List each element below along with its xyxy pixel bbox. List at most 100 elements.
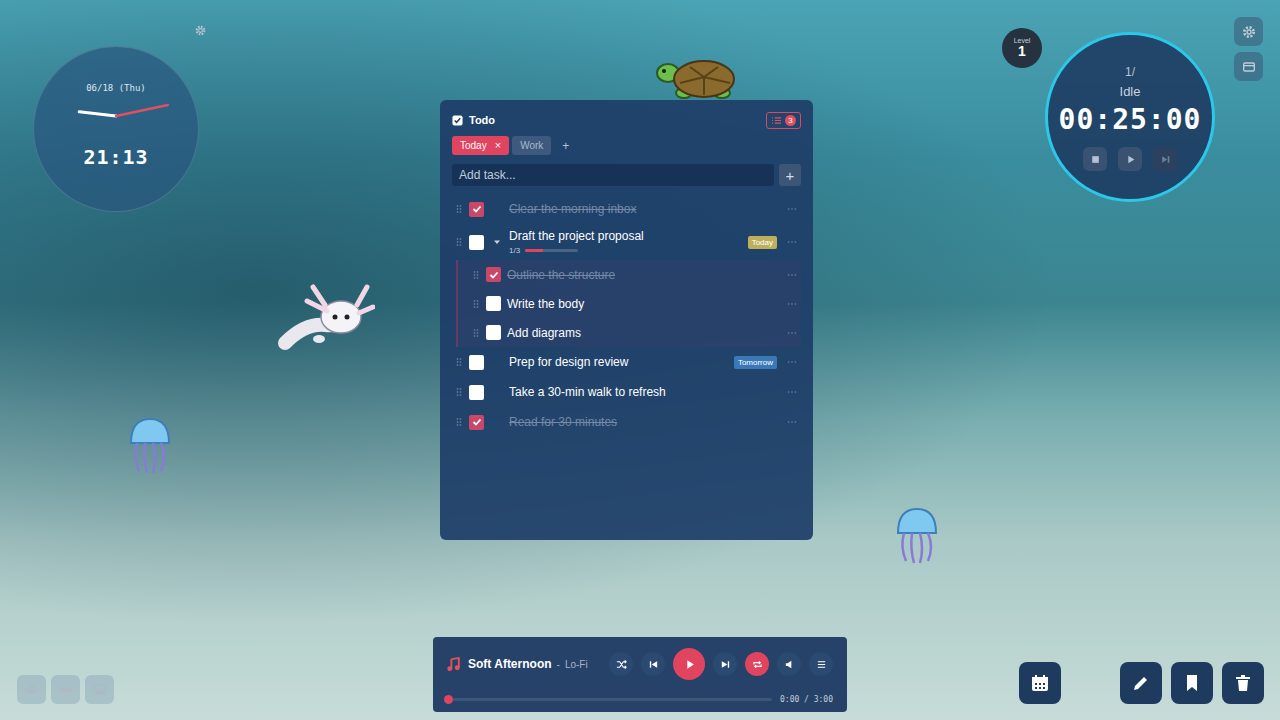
play-icon bbox=[1125, 154, 1136, 165]
drag-handle-icon[interactable] bbox=[473, 328, 479, 338]
subtask-checkbox[interactable] bbox=[486, 296, 501, 311]
add-task-input[interactable] bbox=[452, 164, 774, 186]
play-icon bbox=[683, 658, 696, 671]
subtask-checkbox[interactable] bbox=[486, 325, 501, 340]
tab-close[interactable]: × bbox=[495, 140, 501, 151]
clock-date: 06/18 (Thu) bbox=[86, 83, 146, 93]
next-icon bbox=[720, 659, 731, 670]
background-button[interactable] bbox=[85, 675, 114, 704]
level-value: 1 bbox=[1018, 44, 1026, 59]
more-icon[interactable] bbox=[787, 360, 797, 364]
turtle-icon bbox=[650, 55, 740, 101]
track-genre: Lo-Fi bbox=[565, 659, 588, 670]
task-checkbox[interactable] bbox=[469, 415, 484, 430]
view-tools bbox=[17, 675, 114, 704]
more-icon[interactable] bbox=[787, 302, 797, 306]
shuffle-button[interactable] bbox=[609, 652, 633, 676]
next-button[interactable] bbox=[713, 652, 737, 676]
tab-label: Work bbox=[520, 140, 543, 151]
jellyfish-icon bbox=[892, 505, 942, 565]
more-icon[interactable] bbox=[787, 390, 797, 394]
subtask-row[interactable]: Write the body bbox=[456, 289, 801, 318]
settings-button[interactable] bbox=[1234, 17, 1263, 46]
expand-caret-icon[interactable] bbox=[493, 238, 501, 246]
axolotl-icon bbox=[275, 283, 375, 357]
playlist-button[interactable] bbox=[809, 652, 833, 676]
jellyfish-icon bbox=[125, 415, 175, 475]
gear-icon[interactable] bbox=[194, 24, 207, 37]
music-note-icon bbox=[446, 657, 461, 672]
repeat-button[interactable] bbox=[745, 652, 769, 676]
subtask-checkbox[interactable] bbox=[486, 267, 501, 282]
task-text: Draft the project proposal bbox=[509, 229, 748, 243]
drag-handle-icon[interactable] bbox=[456, 357, 462, 367]
play-button[interactable] bbox=[673, 648, 705, 680]
trash-icon bbox=[1233, 673, 1253, 693]
more-icon[interactable] bbox=[787, 240, 797, 244]
drag-handle-icon[interactable] bbox=[456, 204, 462, 214]
drag-handle-icon[interactable] bbox=[456, 417, 462, 427]
add-tab-button[interactable]: + bbox=[554, 139, 577, 153]
delete-button[interactable] bbox=[1222, 662, 1264, 704]
task-text: Clear the morning inbox bbox=[509, 202, 783, 216]
more-icon[interactable] bbox=[787, 420, 797, 424]
eye-icon bbox=[24, 682, 39, 697]
drag-handle-icon[interactable] bbox=[473, 299, 479, 309]
volume-button[interactable] bbox=[777, 652, 801, 676]
subtask-row[interactable]: Add diagrams bbox=[456, 318, 801, 347]
task-row[interactable]: Clear the morning inbox bbox=[452, 194, 801, 224]
seek-bar[interactable] bbox=[448, 698, 772, 701]
subtask-text: Write the body bbox=[507, 297, 783, 311]
previous-button[interactable] bbox=[641, 652, 665, 676]
more-icon[interactable] bbox=[787, 207, 797, 211]
card-button[interactable] bbox=[1234, 52, 1263, 81]
task-row[interactable]: Take a 30-min walk to refresh bbox=[452, 377, 801, 407]
task-checkbox[interactable] bbox=[469, 385, 484, 400]
bookmark-button[interactable] bbox=[1171, 662, 1213, 704]
level-badge: Level1 bbox=[1002, 28, 1042, 68]
tab[interactable]: Work bbox=[512, 136, 551, 155]
progress-text: 1/3 bbox=[509, 246, 520, 255]
task-row[interactable]: Read for 30 minutes bbox=[452, 407, 801, 437]
tab[interactable]: Today× bbox=[452, 136, 509, 155]
visibility-button[interactable] bbox=[17, 675, 46, 704]
more-icon[interactable] bbox=[787, 331, 797, 335]
task-row[interactable]: Prep for design reviewTomorrow bbox=[452, 347, 801, 377]
check-icon bbox=[471, 203, 483, 215]
more-icon[interactable] bbox=[787, 273, 797, 277]
stop-button[interactable] bbox=[1083, 147, 1107, 171]
seek-knob[interactable] bbox=[444, 695, 453, 704]
side-tools bbox=[1234, 17, 1263, 81]
task-checkbox[interactable] bbox=[469, 235, 484, 250]
bookmark-icon bbox=[1182, 673, 1202, 693]
subtask-text: Add diagrams bbox=[507, 326, 783, 340]
calendar-button[interactable] bbox=[1019, 662, 1061, 704]
pencil-icon bbox=[1131, 673, 1151, 693]
skip-button[interactable] bbox=[1153, 147, 1177, 171]
drag-handle-icon[interactable] bbox=[456, 237, 462, 247]
drag-handle-icon[interactable] bbox=[473, 270, 479, 280]
menu-icon bbox=[816, 659, 827, 670]
add-task-button[interactable]: + bbox=[779, 164, 801, 186]
progress-fill bbox=[525, 249, 542, 252]
stop-icon bbox=[1090, 154, 1101, 165]
subtask-row[interactable]: Outline the structure bbox=[456, 260, 801, 289]
todo-header: Todo3 bbox=[452, 110, 801, 130]
gear-icon bbox=[1241, 24, 1257, 40]
pomodoro-timer: 1/Idle00:25:00 bbox=[1045, 32, 1215, 202]
edit-button[interactable] bbox=[1120, 662, 1162, 704]
task-checkbox[interactable] bbox=[469, 202, 484, 217]
card-icon bbox=[1241, 59, 1257, 75]
creatures-button[interactable] bbox=[51, 675, 80, 704]
task-row[interactable]: Draft the project proposal1/3Today bbox=[452, 224, 801, 260]
start-button[interactable] bbox=[1118, 147, 1142, 171]
calendar-icon bbox=[1030, 673, 1050, 693]
task-checkbox[interactable] bbox=[469, 355, 484, 370]
timer-time: 00:25:00 bbox=[1059, 103, 1202, 136]
drag-handle-icon[interactable] bbox=[456, 387, 462, 397]
volume-icon bbox=[784, 659, 795, 670]
task-list-button[interactable]: 3 bbox=[766, 112, 801, 129]
clock-time: 21:13 bbox=[83, 145, 148, 169]
track-time: 0:00 / 3:00 bbox=[780, 695, 833, 704]
skip-icon bbox=[1160, 154, 1171, 165]
